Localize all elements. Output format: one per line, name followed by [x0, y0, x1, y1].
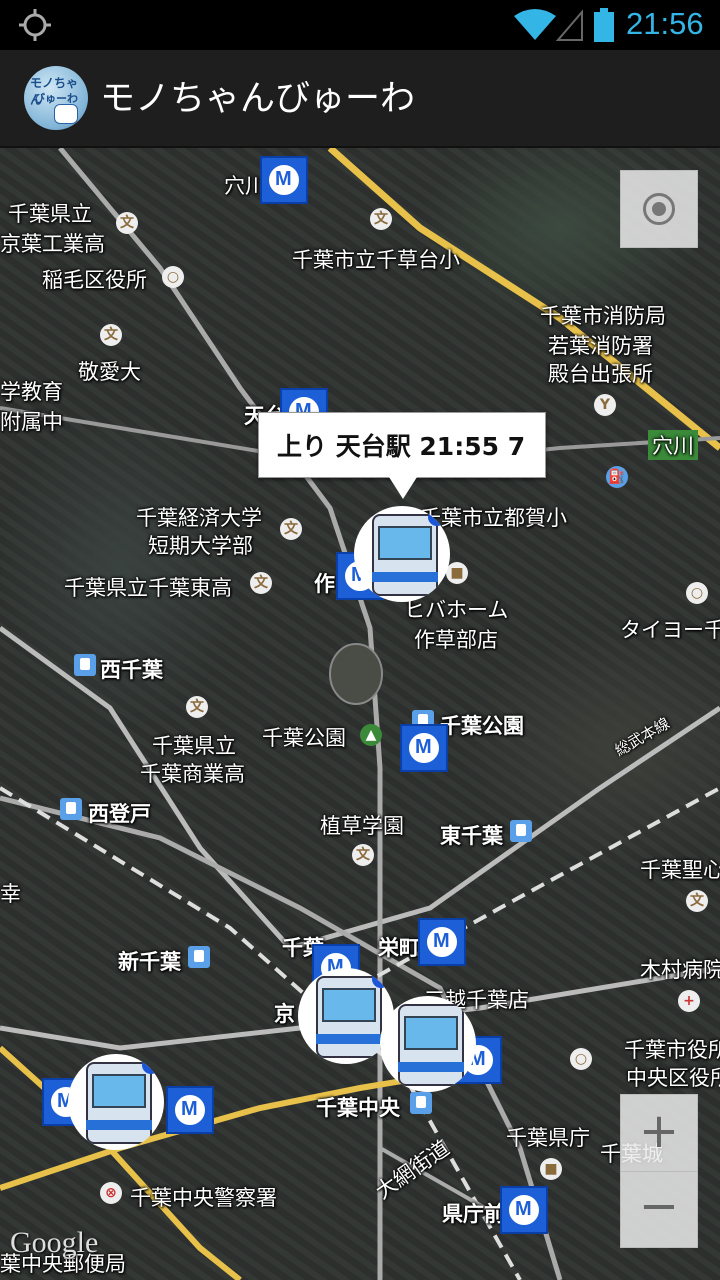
location-dot [652, 202, 666, 216]
app-title: モノちゃんびゅーわ [100, 79, 416, 119]
map-label: 千葉公園 [262, 726, 346, 750]
map-label: 殿台出張所 [548, 362, 653, 386]
fire-station-icon: Y [594, 394, 616, 416]
zoom-controls: + − [620, 1094, 698, 1248]
school-icon: 文 [100, 324, 122, 346]
action-bar: モノちゃん びゅーわ モノちゃんびゅーわ [0, 50, 720, 148]
map-label: 千葉商業高 [140, 762, 245, 786]
map-label: 京 [274, 1002, 295, 1026]
map-label: 西登戸 [88, 802, 151, 826]
map-label: 木村病院 [640, 958, 720, 982]
train-marker[interactable]: ↑ [354, 506, 450, 602]
monorail-station-icon[interactable] [260, 156, 308, 204]
map-label: 西千葉 [100, 658, 163, 682]
zoom-in-button[interactable]: + [621, 1095, 697, 1172]
school-icon: 文 [370, 208, 392, 230]
signal-icon [556, 9, 583, 41]
office-icon: ○ [162, 266, 184, 288]
school-icon: 文 [686, 890, 708, 912]
zoom-out-button[interactable]: − [621, 1171, 697, 1247]
school-icon: 文 [186, 696, 208, 718]
map-label: 附属中 [0, 410, 63, 434]
map-label: 若葉消防署 [548, 334, 653, 358]
map-label: 作草部店 [414, 628, 498, 652]
map-label: 京葉工業高 [0, 232, 105, 256]
train-marker[interactable] [380, 996, 476, 1092]
up-arrow-icon: ↑ [142, 1056, 160, 1074]
school-icon: 文 [280, 518, 302, 540]
shop-icon: ■ [540, 1158, 562, 1180]
jr-station-icon [510, 820, 532, 842]
monorail-station-icon[interactable] [166, 1086, 214, 1134]
gps-icon [19, 9, 51, 41]
monorail-station-icon[interactable] [500, 1186, 548, 1234]
jr-station-icon [188, 946, 210, 968]
map-label: 千葉市消防局 [540, 304, 666, 328]
map-label: 作 [314, 572, 335, 596]
map-label: 県庁前 [442, 1202, 505, 1226]
police-icon: ⊗ [100, 1182, 122, 1204]
map-label: 短期大学部 [148, 534, 253, 558]
office-icon: ○ [686, 582, 708, 604]
school-icon: 文 [116, 212, 138, 234]
map-label: 穴川 [648, 430, 698, 460]
up-arrow-icon: ↑ [372, 970, 390, 988]
map-label: 千葉県立 [8, 202, 92, 226]
map-label: タイヨー千 [620, 618, 720, 642]
map-label: 千葉県庁 [506, 1126, 590, 1150]
map-label: 幸 [0, 882, 21, 906]
map-label: 千葉中央 [316, 1096, 400, 1120]
my-location-button[interactable] [620, 170, 698, 248]
map-label: 千葉市役所 [624, 1038, 720, 1062]
battery-icon [594, 8, 614, 42]
map-label: 新千葉 [118, 950, 181, 974]
map-label: 千葉中央警察署 [130, 1186, 277, 1210]
map-label: 敬愛大 [78, 360, 141, 384]
map-label: 千葉聖心 [640, 858, 720, 882]
jr-station-icon [60, 798, 82, 820]
clock: 21:56 [626, 6, 704, 41]
jr-station-icon [74, 654, 96, 676]
map-label: 千葉市立千草台小 [292, 248, 460, 272]
wifi-icon [514, 9, 556, 40]
office-icon: ○ [570, 1048, 592, 1070]
map-view[interactable]: 穴川 千葉県立 京葉工業高 千葉市立千草台小 稲毛区役所 千葉市消防局 若葉消防… [0, 148, 720, 1280]
map-label: 栄町 [378, 936, 420, 960]
jr-station-icon [410, 1092, 432, 1114]
gas-station-icon: ⛽ [606, 466, 628, 488]
up-arrow-icon: ↑ [428, 508, 446, 526]
map-label: 千葉公園 [440, 714, 524, 738]
train-marker[interactable]: ↑ [68, 1054, 164, 1150]
monorail-station-icon[interactable] [400, 724, 448, 772]
train-info-callout[interactable]: 上り 天台駅 21:55 7 [258, 412, 546, 499]
hospital-icon: + [678, 990, 700, 1012]
shop-icon: ■ [446, 562, 468, 584]
map-label: 千葉県立 [152, 734, 236, 758]
map-label: 稲毛区役所 [42, 268, 147, 292]
school-icon: 文 [352, 844, 374, 866]
park-icon: ▲ [360, 724, 382, 746]
map-label: 植草学園 [320, 814, 404, 838]
status-bar: 21:56 [0, 0, 720, 50]
train-mascot-icon [54, 104, 78, 124]
school-icon: 文 [250, 572, 272, 594]
google-attribution: Google [10, 1226, 99, 1259]
map-label: 学教育 [0, 380, 63, 404]
monorail-station-icon[interactable] [418, 918, 466, 966]
map-label: 東千葉 [440, 824, 503, 848]
map-label: 千葉県立千葉東高 [64, 576, 232, 600]
map-label: 中央区役所案 [626, 1066, 720, 1090]
map-label: 千葉経済大学 [136, 506, 262, 530]
callout-text: 上り 天台駅 21:55 7 [277, 432, 526, 461]
app-logo[interactable]: モノちゃん びゅーわ [24, 66, 88, 130]
